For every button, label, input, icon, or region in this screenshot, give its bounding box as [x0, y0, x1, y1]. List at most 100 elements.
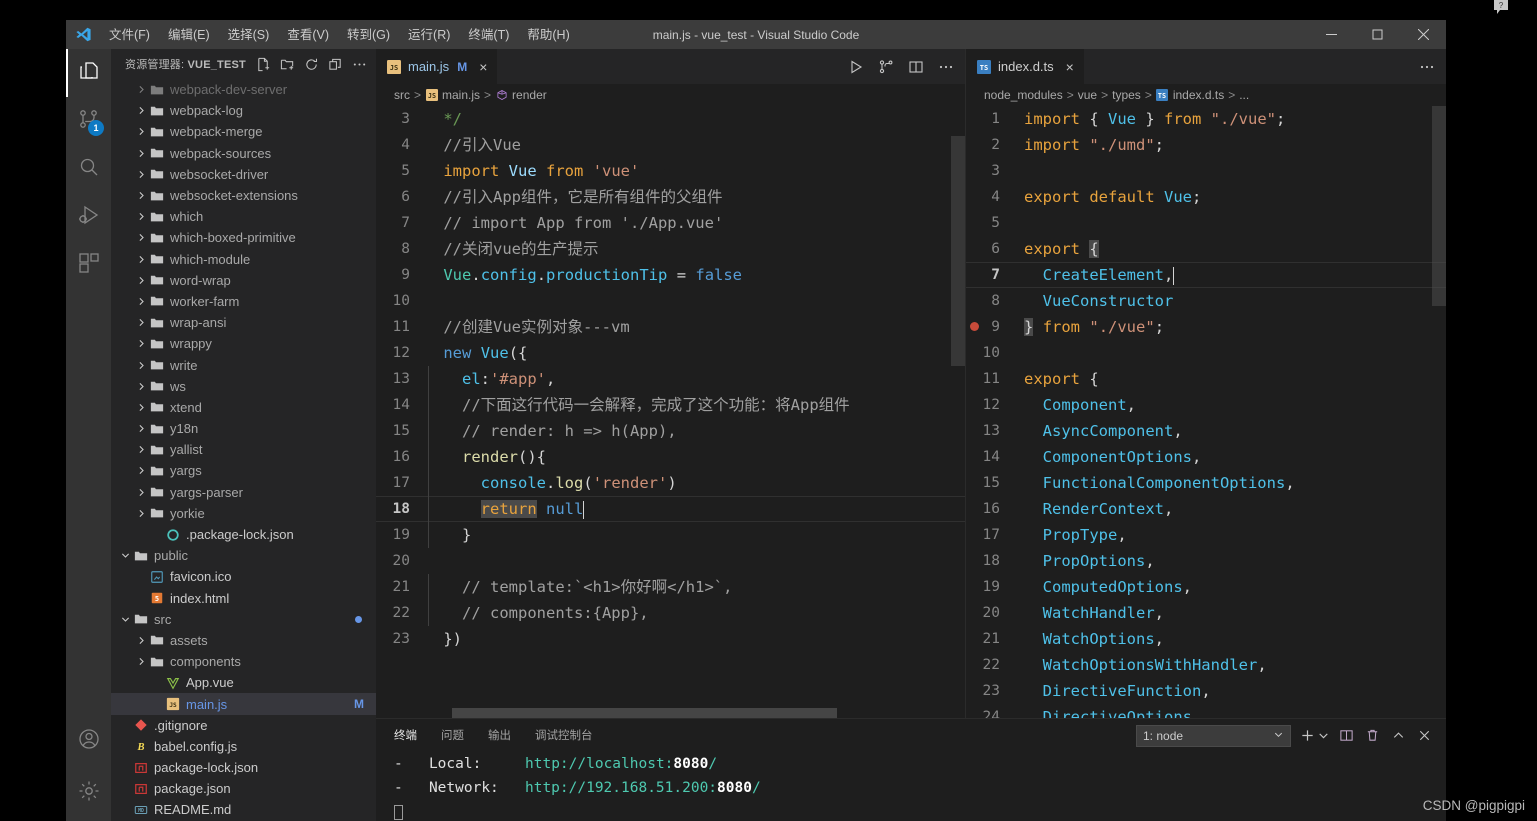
code-line[interactable]: 3	[966, 158, 1446, 184]
code-line-text[interactable]: console.log('render')	[424, 470, 965, 496]
tree-item-websocket-extensions[interactable]: websocket-extensions	[111, 185, 376, 206]
tree-item-src[interactable]: src	[111, 609, 376, 630]
code-line-text[interactable]: CreateElement,	[1014, 262, 1446, 288]
chevron-down-icon[interactable]	[119, 551, 131, 560]
tree-item-ws[interactable]: ws	[111, 376, 376, 397]
terminal-network-url[interactable]: http://192.168.51.200:	[525, 780, 717, 796]
code-line[interactable]: 24 DirectiveOptions,	[966, 704, 1446, 718]
run-icon[interactable]	[845, 56, 867, 78]
breadcrumb-item-more[interactable]: ...	[1239, 88, 1249, 102]
chevron-right-icon[interactable]	[135, 212, 147, 221]
panel-tab-terminal[interactable]: 终端	[394, 727, 417, 745]
chevron-right-icon[interactable]	[135, 424, 147, 433]
code-line[interactable]: 19 }	[376, 522, 965, 548]
code-line-text[interactable]: new Vue({	[424, 340, 965, 366]
tree-item-xtend[interactable]: xtend	[111, 397, 376, 418]
chevron-right-icon[interactable]	[135, 636, 147, 645]
chevron-right-icon[interactable]	[135, 403, 147, 412]
code-line[interactable]: 7 // import App from './App.vue'	[376, 210, 965, 236]
panel-tab-problems[interactable]: 问题	[441, 727, 464, 745]
close-icon[interactable]: ×	[1066, 60, 1074, 74]
activitybar-item-extensions[interactable]	[66, 241, 111, 289]
chevron-right-icon[interactable]	[135, 382, 147, 391]
tree-item-yargs-parser[interactable]: yargs-parser	[111, 482, 376, 503]
scrollbar-thumb[interactable]	[452, 708, 837, 718]
breadcrumb-item-src[interactable]: src	[394, 88, 410, 102]
tree-item-webpack-sources[interactable]: webpack-sources	[111, 143, 376, 164]
code-line-text[interactable]: }	[424, 522, 965, 548]
menu-selection[interactable]: 选择(S)	[219, 23, 279, 47]
code-line[interactable]: 10	[966, 340, 1446, 366]
code-line[interactable]: 13 AsyncComponent,	[966, 418, 1446, 444]
tree-item-readme-md[interactable]: MD README.md	[111, 799, 376, 820]
chevron-right-icon[interactable]	[135, 445, 147, 454]
menu-terminal[interactable]: 终端(T)	[459, 23, 518, 47]
code-line[interactable]: 9} from "./vue";	[966, 314, 1446, 340]
close-icon[interactable]: ×	[479, 60, 487, 74]
code-line-text[interactable]: // render: h => h(App),	[424, 418, 965, 444]
breakpoint-icon[interactable]	[970, 322, 979, 331]
code-line[interactable]: 22 WatchOptionsWithHandler,	[966, 652, 1446, 678]
breadcrumb-item-indexdts[interactable]: index.d.ts	[1173, 88, 1224, 102]
tree-item-websocket-driver[interactable]: websocket-driver	[111, 164, 376, 185]
code-line[interactable]: 8 VueConstructor	[966, 288, 1446, 314]
code-line-text[interactable]: WatchOptionsWithHandler,	[1014, 652, 1446, 678]
menu-file[interactable]: 文件(F)	[100, 23, 159, 47]
breadcrumb-item-mainjs[interactable]: main.js	[442, 88, 480, 102]
chevron-right-icon[interactable]	[135, 170, 147, 179]
tree-item-webpack-log[interactable]: webpack-log	[111, 100, 376, 121]
code-line[interactable]: 17 PropType,	[966, 522, 1446, 548]
breadcrumb-item-vue[interactable]: vue	[1078, 88, 1097, 102]
chevron-right-icon[interactable]	[135, 85, 147, 94]
code-line-text[interactable]: */	[424, 106, 965, 132]
activitybar-item-source-control[interactable]: 1	[66, 97, 111, 145]
code-line[interactable]: 22 // components:{App},	[376, 600, 965, 626]
chevron-right-icon[interactable]	[135, 297, 147, 306]
tree-item-yorkie[interactable]: yorkie	[111, 503, 376, 524]
refresh-icon[interactable]	[300, 53, 322, 75]
code-line[interactable]: 11 export {	[966, 366, 1446, 392]
code-line-text[interactable]: //引入Vue	[424, 132, 965, 158]
activitybar-item-search[interactable]	[66, 145, 111, 193]
tree-item-write[interactable]: write	[111, 354, 376, 375]
code-line[interactable]: 23 })	[376, 626, 965, 652]
maximize-panel-icon[interactable]	[1388, 726, 1408, 746]
tree-item-components[interactable]: components	[111, 651, 376, 672]
code-line[interactable]: 21 WatchOptions,	[966, 626, 1446, 652]
code-line-text[interactable]: export {	[1014, 236, 1446, 262]
chevron-right-icon[interactable]	[135, 106, 147, 115]
code-line[interactable]: 15 // render: h => h(App),	[376, 418, 965, 444]
terminal-dropdown-icon[interactable]	[1317, 726, 1330, 746]
chevron-right-icon[interactable]	[135, 361, 147, 370]
tree-item-yargs[interactable]: yargs	[111, 460, 376, 481]
chevron-right-icon[interactable]	[135, 255, 147, 264]
scrollbar-thumb[interactable]	[1432, 106, 1446, 306]
code-line-text[interactable]: export {	[1014, 366, 1446, 392]
tree-item--package-lock-json[interactable]: .package-lock.json	[111, 524, 376, 545]
horizontal-scrollbar-left[interactable]	[424, 708, 951, 718]
breadcrumb-item-render[interactable]: render	[512, 88, 547, 102]
chevron-right-icon[interactable]	[135, 657, 147, 666]
add-terminal-icon[interactable]	[1297, 726, 1317, 746]
code-line[interactable]: 5	[966, 210, 1446, 236]
tree-item-babel-config-js[interactable]: Bbabel.config.js	[111, 736, 376, 757]
code-line[interactable]: 17 console.log('render')	[376, 470, 965, 496]
split-terminal-icon[interactable]	[1336, 726, 1356, 746]
new-file-icon[interactable]	[252, 53, 274, 75]
code-line[interactable]: 15 FunctionalComponentOptions,	[966, 470, 1446, 496]
code-line-text[interactable]: import { Vue } from "./vue";	[1014, 106, 1446, 132]
activitybar-item-settings[interactable]	[66, 765, 111, 821]
chevron-right-icon[interactable]	[135, 509, 147, 518]
code-line[interactable]: 7 CreateElement,	[966, 262, 1446, 288]
new-folder-icon[interactable]	[276, 53, 298, 75]
chevron-right-icon[interactable]	[135, 149, 147, 158]
code-line-text[interactable]: FunctionalComponentOptions,	[1014, 470, 1446, 496]
minimize-button[interactable]	[1308, 20, 1354, 49]
code-line[interactable]: 18 PropOptions,	[966, 548, 1446, 574]
code-line[interactable]: 20 WatchHandler,	[966, 600, 1446, 626]
tree-item--gitignore[interactable]: .gitignore	[111, 715, 376, 736]
code-line[interactable]: 14 //下面这行代码一会解释，完成了这个功能：将App组件	[376, 392, 965, 418]
tree-item-webpack-dev-server[interactable]: webpack-dev-server	[111, 79, 376, 100]
scrollbar-thumb[interactable]	[951, 136, 965, 366]
code-line[interactable]: 6 //引入App组件，它是所有组件的父组件	[376, 184, 965, 210]
